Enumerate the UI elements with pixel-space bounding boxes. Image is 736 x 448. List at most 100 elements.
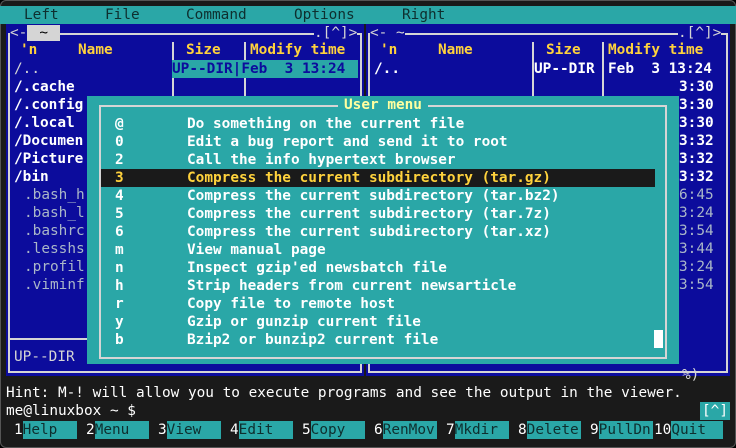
fkey-number: 4 xyxy=(230,422,239,438)
file-entry[interactable]: /Picture xyxy=(14,150,83,168)
fkey-quit[interactable]: 10Quit xyxy=(654,421,724,439)
fkey-menu[interactable]: 2Menu xyxy=(86,421,149,439)
fkey-edit[interactable]: 4Edit xyxy=(230,421,293,439)
menu-item[interactable]: m View manual page xyxy=(101,241,655,259)
menu-item[interactable]: b Bzip2 or bunzip2 current file xyxy=(101,331,655,349)
file-time: 3:54 xyxy=(679,223,714,239)
fkey-copy[interactable]: 5Copy xyxy=(302,421,365,439)
right-col-name[interactable]: Name xyxy=(438,42,473,58)
fkey-help[interactable]: 1Help xyxy=(14,421,77,439)
file-entry[interactable]: .bashrc xyxy=(24,222,85,240)
fkey-number: 6 xyxy=(374,422,383,438)
command-prompt[interactable]: me@linuxbox ~ $ xyxy=(0,402,736,420)
left-sort-indicator[interactable]: 'n xyxy=(20,42,37,58)
menu-item[interactable]: y Gzip or gunzip current file xyxy=(101,313,655,331)
fkey-number: 9 xyxy=(590,422,599,438)
fkey-mkdir[interactable]: 7Mkdir xyxy=(446,421,509,439)
menu-item[interactable]: 5 Compress the current subdirectory (tar.… xyxy=(101,205,655,223)
file-time: 3:30 xyxy=(679,97,714,113)
menu-item-key: h xyxy=(115,278,124,294)
menu-item-key: @ xyxy=(115,116,124,132)
file-entry[interactable]: .viminf xyxy=(24,276,85,294)
file-entry[interactable]: /.config xyxy=(14,96,83,114)
right-status: %) xyxy=(682,367,700,383)
menu-item[interactable]: r Copy file to remote host xyxy=(101,295,655,313)
fkey-delete[interactable]: 8Delete xyxy=(518,421,581,439)
menu-command[interactable]: Command xyxy=(186,6,247,24)
menu-item-label: Copy file to remote host xyxy=(187,296,395,312)
menu-item-label: Compress the current subdirectory (tar.x… xyxy=(187,224,551,240)
menu-item[interactable]: 4 Compress the current subdirectory (tar.… xyxy=(101,187,655,205)
left-col-name[interactable]: Name xyxy=(78,42,113,58)
fkey-number: 10 xyxy=(654,422,672,438)
fkey-number: 1 xyxy=(14,422,23,438)
menu-item[interactable]: 2 Call the info hypertext browser xyxy=(101,151,655,169)
file-time: 3:32 xyxy=(679,133,714,149)
right-updir-size: UP--DIR xyxy=(534,61,595,77)
fkey-label: Delete xyxy=(526,421,581,439)
fkey-label: Quit xyxy=(671,421,724,439)
left-updir-row[interactable]: /.. xyxy=(14,60,40,78)
menu-options[interactable]: Options xyxy=(294,6,355,24)
scroll-cursor xyxy=(654,330,663,348)
fkey-number: 8 xyxy=(518,422,527,438)
right-col-mtime[interactable]: Modify time xyxy=(608,42,703,58)
fkey-label: Copy xyxy=(310,421,365,439)
menu-item[interactable]: n Inspect gzip'ed newsbatch file xyxy=(101,259,655,277)
menu-item-label: Compress the current subdirectory (tar.b… xyxy=(187,188,560,204)
right-updir-time: Feb 3 13:24 xyxy=(608,61,712,77)
file-entry[interactable]: .profil xyxy=(24,258,85,276)
file-time: 3:30 xyxy=(679,115,714,131)
menu-item-label: Compress the current subdirectory (tar.g… xyxy=(187,170,551,186)
left-panel-path[interactable]: ~ xyxy=(27,25,60,41)
menu-item-label: Strip headers from current newsarticle xyxy=(187,278,517,294)
menu-item-key: 5 xyxy=(115,206,124,222)
file-entry[interactable]: .bash_h xyxy=(24,186,85,204)
menu-item-key: b xyxy=(115,332,124,348)
right-sort-indicator[interactable]: 'n xyxy=(380,42,397,58)
menu-item-key: 0 xyxy=(115,134,124,150)
file-entry[interactable]: .lesshs xyxy=(24,240,85,258)
file-entry[interactable]: .bash_l xyxy=(24,204,85,222)
menu-item-label: Gzip or gunzip current file xyxy=(187,314,421,330)
file-entry[interactable]: /.cache xyxy=(14,78,75,96)
menu-item-label: Edit a bug report and send it to root xyxy=(187,134,508,150)
menu-item[interactable]: h Strip headers from current newsarticle xyxy=(101,277,655,295)
left-col-size[interactable]: Size xyxy=(186,42,221,58)
file-entry[interactable]: /.local xyxy=(14,114,75,132)
menu-item-key: r xyxy=(115,296,124,312)
hint-line: Hint: M-! will allow you to execute prog… xyxy=(6,385,682,401)
right-panel-corner[interactable]: .[^]> xyxy=(678,24,722,42)
file-entry[interactable]: /Documen xyxy=(14,132,83,150)
left-updir-selected[interactable]: UP--DIR|Feb 3 13:24 xyxy=(172,60,358,78)
file-entry[interactable]: /bin xyxy=(14,168,49,186)
menu-left[interactable]: Left xyxy=(24,6,59,24)
menu-item-key: 3 xyxy=(115,170,124,186)
file-time: 3:32 xyxy=(679,169,714,185)
right-updir-name[interactable]: /.. xyxy=(374,60,400,78)
menu-item-selected[interactable]: 3 Compress the current subdirectory (tar.… xyxy=(101,169,655,187)
menu-item-label: Do something on the current file xyxy=(187,116,465,132)
file-time: 3:24 xyxy=(679,205,714,221)
fkey-number: 3 xyxy=(158,422,167,438)
menu-item-label: Inspect gzip'ed newsbatch file xyxy=(187,260,447,276)
fkey-number: 5 xyxy=(302,422,311,438)
left-panel-corner[interactable]: .[^]> xyxy=(314,24,358,42)
right-col-size[interactable]: Size xyxy=(546,42,581,58)
fkey-number: 2 xyxy=(86,422,95,438)
left-col-mtime[interactable]: Modify time xyxy=(250,42,345,58)
menu-item[interactable]: 6 Compress the current subdirectory (tar.… xyxy=(101,223,655,241)
fkey-label: Menu xyxy=(94,421,149,439)
menu-item-key: 4 xyxy=(115,188,124,204)
fkey-label: RenMov xyxy=(382,421,437,439)
menu-right[interactable]: Right xyxy=(402,6,445,24)
fkey-renmov[interactable]: 6RenMov xyxy=(374,421,437,439)
fkey-pulldn[interactable]: 9PullDn xyxy=(590,421,653,439)
prompt-corner-button[interactable]: [^] xyxy=(700,402,730,420)
fkey-view[interactable]: 3View xyxy=(158,421,221,439)
right-col-divider xyxy=(602,42,604,96)
menu-file[interactable]: File xyxy=(105,6,140,24)
menu-item[interactable]: @ Do something on the current file xyxy=(101,115,655,133)
user-menu-dialog[interactable]: User menu @ Do something on the current f… xyxy=(87,96,679,364)
menu-item[interactable]: 0 Edit a bug report and send it to root xyxy=(101,133,655,151)
